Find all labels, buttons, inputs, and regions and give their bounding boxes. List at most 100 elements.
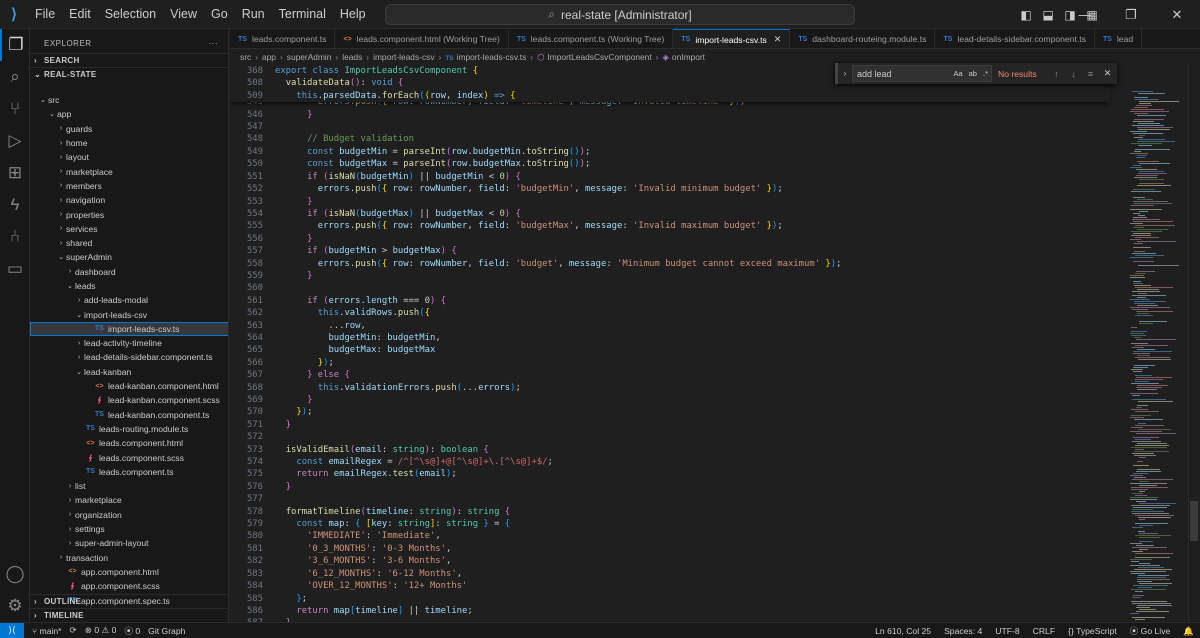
breadcrumb-item[interactable]: import-leads-csv: [373, 52, 434, 62]
encoding[interactable]: UTF-8: [995, 626, 1019, 636]
toggle-replace-icon[interactable]: ›: [838, 69, 852, 78]
tree-folder[interactable]: › home: [30, 136, 228, 150]
tree-folder[interactable]: › marketplace: [30, 493, 228, 507]
indentation[interactable]: Spaces: 4: [944, 626, 982, 636]
editor-tab[interactable]: TS lead-details-sidebar.component.ts: [935, 29, 1095, 48]
tree-folder[interactable]: › properties: [30, 207, 228, 221]
tree-file[interactable]: TS import-leads-csv.ts: [30, 321, 228, 337]
tree-folder[interactable]: › transaction: [30, 551, 228, 565]
code-editor[interactable]: 545 errors.push({ row: rowNumber, field:…: [230, 65, 1130, 622]
find-input[interactable]: add lead Aa ab .*: [852, 65, 992, 82]
tree-folder[interactable]: ⌄ lead-kanban: [30, 365, 228, 379]
tree-folder[interactable]: › lead-details-sidebar.component.ts: [30, 350, 228, 364]
command-center[interactable]: ⌕ real-state [Administrator]: [385, 4, 855, 25]
run-debug-icon[interactable]: ▷: [0, 125, 30, 157]
source-control-icon[interactable]: ⑂: [0, 93, 30, 125]
menu-view[interactable]: View: [163, 0, 204, 29]
cursor-position[interactable]: Ln 610, Col 25: [875, 626, 931, 636]
use-regex-icon[interactable]: .*: [983, 69, 988, 78]
tree-folder[interactable]: ⌄ app: [30, 107, 228, 121]
editor-tab[interactable]: TS leads.component.ts: [230, 29, 336, 48]
tree-file[interactable]: <> leads.component.html: [30, 436, 228, 450]
breadcrumb-item[interactable]: superAdmin: [287, 52, 332, 62]
tree-file[interactable]: <> app.component.html: [30, 565, 228, 579]
tree-folder[interactable]: ⌄ superAdmin: [30, 250, 228, 264]
ports-indicator[interactable]: ⦿ 0: [124, 625, 140, 637]
tree-folder[interactable]: ⌄ src: [30, 93, 228, 107]
manage-gear-icon[interactable]: ⚙: [0, 590, 30, 622]
toggle-primary-sidebar-icon[interactable]: ◧: [1015, 0, 1037, 29]
close-tab-icon[interactable]: ✕: [774, 34, 782, 45]
tree-folder[interactable]: › organization: [30, 508, 228, 522]
tree-folder[interactable]: › super-admin-layout: [30, 536, 228, 550]
language-mode[interactable]: {} TypeScript: [1068, 626, 1117, 636]
tree-file[interactable]: TS leads-routing.module.ts: [30, 422, 228, 436]
problems-indicator[interactable]: ⊗ 0 ⚠ 0: [85, 625, 117, 636]
editor-tab[interactable]: <> leads.component.html (Working Tree): [335, 29, 509, 48]
tree-folder[interactable]: › navigation: [30, 193, 228, 207]
close-find-icon[interactable]: ✕: [1099, 68, 1116, 79]
find-in-selection-icon[interactable]: ≡: [1082, 69, 1099, 79]
editor-tab[interactable]: TS import-leads-csv.ts ✕: [673, 29, 791, 48]
branch-indicator[interactable]: ⑂ main*: [32, 626, 62, 636]
tree-folder[interactable]: › layout: [30, 150, 228, 164]
sync-icon[interactable]: ⟳: [70, 625, 77, 636]
timeline-section[interactable]: › TIMELINE: [30, 608, 228, 622]
notifications-bell-icon[interactable]: 🔔: [1183, 626, 1194, 637]
menu-run[interactable]: Run: [235, 0, 272, 29]
restore-button[interactable]: ❐: [1108, 0, 1154, 29]
remote-indicator-icon[interactable]: ⟩⟨: [0, 622, 24, 638]
toggle-panel-icon[interactable]: ⬓: [1037, 0, 1059, 29]
tree-folder[interactable]: › services: [30, 222, 228, 236]
tree-folder[interactable]: › list: [30, 479, 228, 493]
tree-file[interactable]: TS leads.component.ts: [30, 465, 228, 479]
more-actions-icon[interactable]: ···: [209, 39, 219, 48]
next-match-icon[interactable]: ↓: [1065, 69, 1082, 79]
breadcrumb-item[interactable]: leads: [342, 52, 362, 62]
menu-selection[interactable]: Selection: [98, 0, 163, 29]
menu-help[interactable]: Help: [333, 0, 373, 29]
extensions-icon[interactable]: ⊞: [0, 157, 30, 189]
root-folder[interactable]: ⌄ REAL-STATE: [30, 67, 228, 81]
outline-section[interactable]: › OUTLINE: [30, 594, 228, 608]
minimize-button[interactable]: —: [1062, 0, 1108, 29]
menu-edit[interactable]: Edit: [62, 0, 98, 29]
minimap[interactable]: [1130, 65, 1188, 622]
tree-folder[interactable]: › marketplace: [30, 164, 228, 178]
tree-file[interactable]: ∮ leads.component.scss: [30, 450, 228, 464]
explorer-icon[interactable]: ❐: [0, 29, 30, 61]
lightning-icon[interactable]: ϟ: [0, 189, 30, 221]
tree-folder[interactable]: › members: [30, 179, 228, 193]
git-graph-button[interactable]: Git Graph: [148, 626, 185, 636]
chat-icon[interactable]: ▭: [0, 253, 30, 285]
breadcrumb-item[interactable]: ◈ onImport: [662, 52, 705, 62]
menu-file[interactable]: File: [28, 0, 62, 29]
scrollbar-thumb[interactable]: [1190, 501, 1198, 541]
tree-folder[interactable]: › dashboard: [30, 265, 228, 279]
tree-folder[interactable]: › guards: [30, 122, 228, 136]
end-of-line[interactable]: CRLF: [1033, 626, 1055, 636]
search-section[interactable]: › SEARCH: [30, 53, 228, 67]
breadcrumb-item[interactable]: src: [240, 52, 251, 62]
tree-folder[interactable]: › add-leads-modal: [30, 293, 228, 307]
breadcrumb-item[interactable]: app: [262, 52, 276, 62]
tree-file[interactable]: TS lead-kanban.component.ts: [30, 408, 228, 422]
editor-tab[interactable]: TS dashboard-routeing.module.ts: [790, 29, 936, 48]
menu-terminal[interactable]: Terminal: [272, 0, 333, 29]
menu-go[interactable]: Go: [204, 0, 235, 29]
breadcrumb-item[interactable]: ⬡ ImportLeadsCsvComponent: [537, 52, 652, 62]
tree-folder[interactable]: › settings: [30, 522, 228, 536]
match-whole-word-icon[interactable]: ab: [969, 69, 977, 78]
close-window-button[interactable]: ✕: [1154, 0, 1200, 29]
tree-folder[interactable]: › lead-activity-timeline: [30, 336, 228, 350]
account-icon[interactable]: ◯: [0, 558, 30, 590]
tree-file[interactable]: ∮ app.component.scss: [30, 579, 228, 593]
tree-folder[interactable]: › shared: [30, 236, 228, 250]
git-graph-icon[interactable]: ⑃: [0, 221, 30, 253]
go-live-button[interactable]: ⦿ Go Live: [1130, 625, 1171, 637]
tree-folder[interactable]: ⌄ import-leads-csv: [30, 307, 228, 321]
editor-tab[interactable]: TS lead: [1094, 29, 1143, 48]
tree-folder[interactable]: ⌄ leads: [30, 279, 228, 293]
tree-file[interactable]: <> lead-kanban.component.html: [30, 379, 228, 393]
search-icon[interactable]: ⌕: [0, 61, 30, 93]
